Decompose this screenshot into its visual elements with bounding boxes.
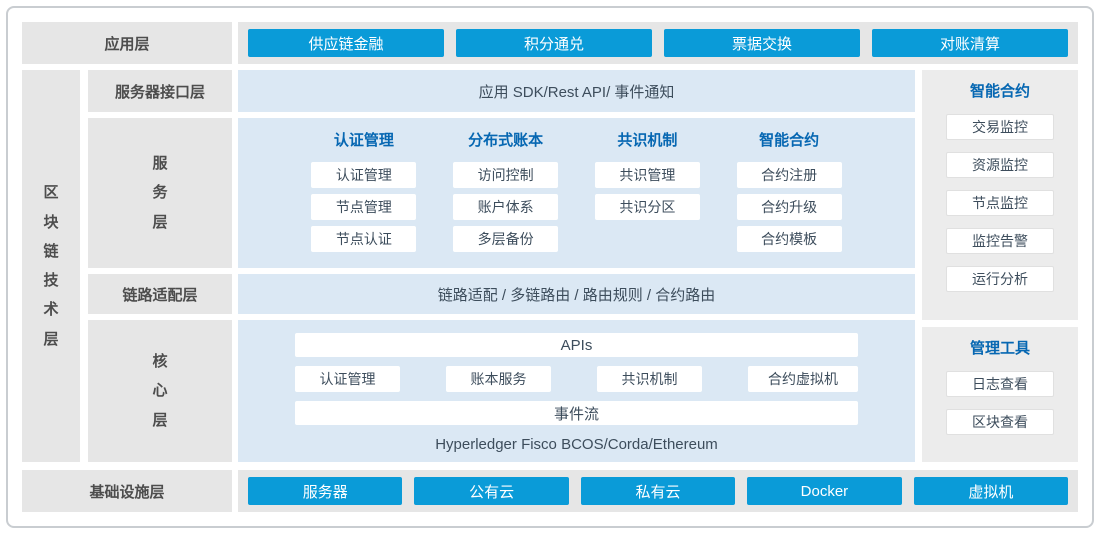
service-item: 多层备份 xyxy=(453,226,558,252)
blockchain-tech-layer-label: 区块链技术层 xyxy=(22,70,80,462)
monitoring-panel-header: 智能合约 xyxy=(970,83,1030,101)
blockchain-platforms-text: Hyperledger Fisco BCOS/Corda/Ethereum xyxy=(295,436,858,453)
blockchain-tech-layer-label-text: 区块链技术层 xyxy=(42,178,60,354)
service-column-header: 分布式账本 xyxy=(468,132,543,150)
core-item: 认证管理 xyxy=(295,366,400,392)
service-item: 节点认证 xyxy=(311,226,416,252)
core-item: 合约虚拟机 xyxy=(748,366,858,392)
server-interface-layer-label-text: 服务器接口层 xyxy=(115,81,205,102)
monitoring-item: 资源监控 xyxy=(946,152,1054,178)
service-column-header: 智能合约 xyxy=(759,132,819,150)
service-item: 节点管理 xyxy=(311,194,416,220)
event-stream-bar: 事件流 xyxy=(295,401,858,425)
management-tool-item: 区块查看 xyxy=(946,409,1054,435)
infra-item-server: 服务器 xyxy=(248,477,402,505)
monitoring-item: 交易监控 xyxy=(946,114,1054,140)
application-layer-strip: 供应链金融 积分通兑 票据交换 对账清算 xyxy=(238,22,1078,64)
infra-item-public-cloud: 公有云 xyxy=(414,477,568,505)
infra-item-private-cloud: 私有云 xyxy=(581,477,735,505)
service-item: 合约注册 xyxy=(737,162,842,188)
service-column-distributed-ledger: 分布式账本 访问控制 账户体系 多层备份 xyxy=(453,132,558,268)
core-modules-row: 认证管理 账本服务 共识机制 合约虚拟机 xyxy=(295,366,858,392)
application-layer-label: 应用层 xyxy=(22,22,232,64)
service-item: 合约模板 xyxy=(737,226,842,252)
service-column-consensus-mechanism: 共识机制 共识管理 共识分区 xyxy=(595,132,700,268)
core-layer-panel: APIs 认证管理 账本服务 共识机制 合约虚拟机 事件流 Hyperledge… xyxy=(238,320,915,462)
core-layer-label-text: 核心层 xyxy=(151,347,169,435)
core-item: 账本服务 xyxy=(446,366,551,392)
service-item: 共识管理 xyxy=(595,162,700,188)
app-item-supply-chain-finance: 供应链金融 xyxy=(248,29,444,57)
management-tools-panel: 管理工具 日志查看 区块查看 xyxy=(922,327,1078,462)
monitoring-item: 监控告警 xyxy=(946,228,1054,254)
app-item-bill-exchange: 票据交换 xyxy=(664,29,860,57)
server-interface-layer-label: 服务器接口层 xyxy=(88,70,232,112)
core-layer-label: 核心层 xyxy=(88,320,232,462)
monitoring-item: 节点监控 xyxy=(946,190,1054,216)
management-tool-item: 日志查看 xyxy=(946,371,1054,397)
service-item: 账户体系 xyxy=(453,194,558,220)
management-tools-panel-header: 管理工具 xyxy=(970,340,1030,358)
service-layer-label-text: 服务层 xyxy=(151,149,169,237)
monitoring-item: 运行分析 xyxy=(946,266,1054,292)
monitoring-panel: 智能合约 交易监控 资源监控 节点监控 监控告警 运行分析 xyxy=(922,70,1078,320)
service-item: 认证管理 xyxy=(311,162,416,188)
service-column-smart-contract: 智能合约 合约注册 合约升级 合约模板 xyxy=(737,132,842,268)
apis-bar: APIs xyxy=(295,333,858,357)
link-adapter-layer-label: 链路适配层 xyxy=(88,274,232,314)
service-layer-label: 服务层 xyxy=(88,118,232,268)
infrastructure-layer-label-text: 基础设施层 xyxy=(89,481,164,502)
service-column-auth-management: 认证管理 认证管理 节点管理 节点认证 xyxy=(311,132,416,268)
infra-item-virtual-machine: 虚拟机 xyxy=(914,477,1068,505)
link-adapter-bar: 链路适配 / 多链路由 / 路由规则 / 合约路由 xyxy=(238,274,915,314)
link-adapter-bar-text: 链路适配 / 多链路由 / 路由规则 / 合约路由 xyxy=(438,284,716,305)
app-item-points-exchange: 积分通兑 xyxy=(456,29,652,57)
service-column-header: 共识机制 xyxy=(617,132,677,150)
sdk-rest-api-bar-text: 应用 SDK/Rest API/ 事件通知 xyxy=(479,81,675,102)
service-item: 共识分区 xyxy=(595,194,700,220)
app-item-reconciliation-settlement: 对账清算 xyxy=(872,29,1068,57)
service-item: 合约升级 xyxy=(737,194,842,220)
application-layer-label-text: 应用层 xyxy=(104,33,149,54)
infrastructure-layer-strip: 服务器 公有云 私有云 Docker 虚拟机 xyxy=(238,470,1078,512)
infrastructure-layer-label: 基础设施层 xyxy=(22,470,232,512)
sdk-rest-api-bar: 应用 SDK/Rest API/ 事件通知 xyxy=(238,70,915,112)
architecture-diagram: 应用层 供应链金融 积分通兑 票据交换 对账清算 区块链技术层 服务器接口层 服… xyxy=(0,0,1100,534)
link-adapter-layer-label-text: 链路适配层 xyxy=(122,284,197,305)
service-column-header: 认证管理 xyxy=(334,132,394,150)
service-item: 访问控制 xyxy=(453,162,558,188)
service-layer-panel: 认证管理 认证管理 节点管理 节点认证 分布式账本 访问控制 账户体系 多层备份… xyxy=(238,118,915,268)
core-item: 共识机制 xyxy=(597,366,702,392)
infra-item-docker: Docker xyxy=(747,477,901,505)
